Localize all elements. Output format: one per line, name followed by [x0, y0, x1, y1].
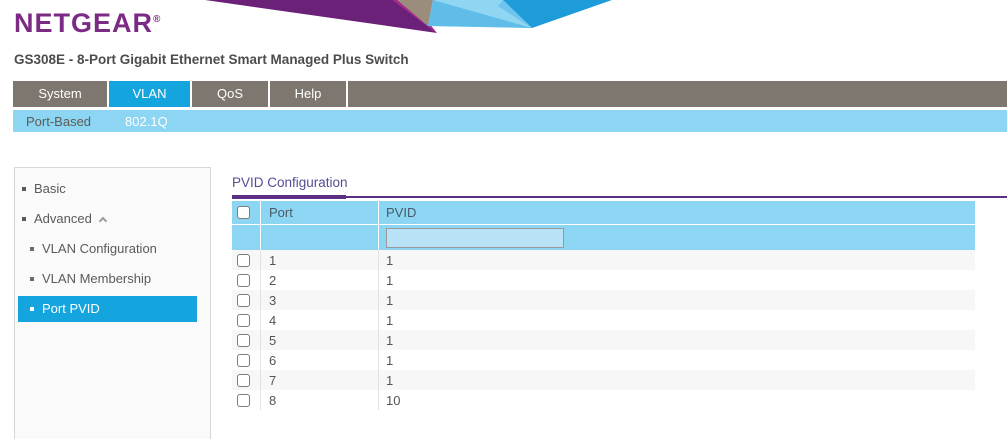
title-underline	[232, 196, 1007, 198]
device-title: GS308E - 8-Port Gigabit Ethernet Smart M…	[14, 52, 409, 67]
table-header-row: Port PVID	[232, 201, 975, 224]
table-row-port-8: 8 10	[232, 390, 975, 410]
sidebar-item-label: Advanced	[34, 204, 92, 234]
edit-port-cell	[260, 225, 378, 250]
table-row-port-1: 1 1	[232, 250, 975, 270]
sidebar-item-label: VLAN Membership	[42, 264, 151, 294]
sidebar-item-label: Basic	[34, 174, 66, 204]
port-cell: 7	[260, 370, 378, 390]
sidebar-item-vlan-membership[interactable]: VLAN Membership	[15, 264, 210, 294]
pvid-column-header: PVID	[378, 201, 975, 224]
table-row-port-2: 2 1	[232, 270, 975, 290]
edit-checkbox-cell	[232, 225, 260, 250]
row-checkbox[interactable]	[237, 274, 250, 287]
edit-pvid-cell	[378, 225, 975, 250]
row-checkbox[interactable]	[237, 394, 250, 407]
sidebar-item-label: Port PVID	[42, 296, 100, 322]
square-bullet-icon	[30, 307, 34, 311]
pvid-cell: 1	[378, 350, 975, 370]
subnav-item-8021q[interactable]: 802.1Q	[112, 114, 181, 129]
nav-tab-help[interactable]: Help	[270, 81, 348, 107]
row-checkbox[interactable]	[237, 314, 250, 327]
sidebar: Basic Advanced VLAN Configuration VLAN M…	[14, 167, 211, 439]
sidebar-item-vlan-configuration[interactable]: VLAN Configuration	[15, 234, 210, 264]
port-cell: 3	[260, 290, 378, 310]
logo-text: NETGEAR	[14, 8, 153, 38]
title-underline-accent	[232, 195, 346, 199]
sidebar-item-basic[interactable]: Basic	[15, 174, 210, 204]
pvid-table: Port PVID 1 1 2 1 3 1	[232, 201, 975, 410]
table-body: 1 1 2 1 3 1 4 1 5 1	[232, 250, 975, 410]
port-column-header: Port	[260, 201, 378, 224]
table-row-port-4: 4 1	[232, 310, 975, 330]
sidebar-item-label: VLAN Configuration	[42, 234, 157, 264]
collapse-caret-icon	[99, 216, 107, 224]
table-row-port-6: 6 1	[232, 350, 975, 370]
port-cell: 4	[260, 310, 378, 330]
port-cell: 6	[260, 350, 378, 370]
section-title: PVID Configuration	[232, 175, 348, 190]
pvid-cell: 1	[378, 330, 975, 350]
row-checkbox[interactable]	[237, 254, 250, 267]
nav-tab-qos[interactable]: QoS	[192, 81, 270, 107]
nav-tab-vlan[interactable]: VLAN	[109, 81, 192, 107]
sidebar-item-port-pvid[interactable]: Port PVID	[18, 296, 197, 322]
page: NETGEAR® GS308E - 8-Port Gigabit Etherne…	[0, 0, 1007, 439]
port-cell: 2	[260, 270, 378, 290]
table-row-port-7: 7 1	[232, 370, 975, 390]
pvid-edit-row	[232, 224, 975, 250]
registered-mark: ®	[153, 14, 161, 25]
table-row-port-5: 5 1	[232, 330, 975, 350]
pvid-cell: 1	[378, 250, 975, 270]
subnav-item-port-based[interactable]: Port-Based	[13, 114, 104, 129]
row-checkbox[interactable]	[237, 354, 250, 367]
header-banner-graphic	[195, 0, 615, 34]
pvid-cell: 10	[378, 390, 975, 410]
sidebar-item-advanced[interactable]: Advanced	[15, 204, 210, 234]
table-row-port-3: 3 1	[232, 290, 975, 310]
netgear-logo: NETGEAR®	[14, 8, 161, 39]
pvid-input[interactable]	[386, 228, 564, 248]
nav-tab-system[interactable]: System	[13, 81, 109, 107]
square-bullet-icon	[30, 247, 34, 251]
row-checkbox[interactable]	[237, 374, 250, 387]
pvid-cell: 1	[378, 290, 975, 310]
square-bullet-icon	[22, 217, 26, 221]
main-navbar: System VLAN QoS Help	[13, 81, 1007, 107]
header-checkbox-cell	[232, 201, 260, 224]
pvid-cell: 1	[378, 270, 975, 290]
row-checkbox[interactable]	[237, 334, 250, 347]
port-cell: 1	[260, 250, 378, 270]
port-cell: 5	[260, 330, 378, 350]
port-cell: 8	[260, 390, 378, 410]
square-bullet-icon	[22, 187, 26, 191]
pvid-cell: 1	[378, 310, 975, 330]
square-bullet-icon	[30, 277, 34, 281]
vlan-subnav: Port-Based 802.1Q	[13, 110, 1007, 132]
pvid-cell: 1	[378, 370, 975, 390]
select-all-checkbox[interactable]	[237, 206, 250, 219]
row-checkbox[interactable]	[237, 294, 250, 307]
